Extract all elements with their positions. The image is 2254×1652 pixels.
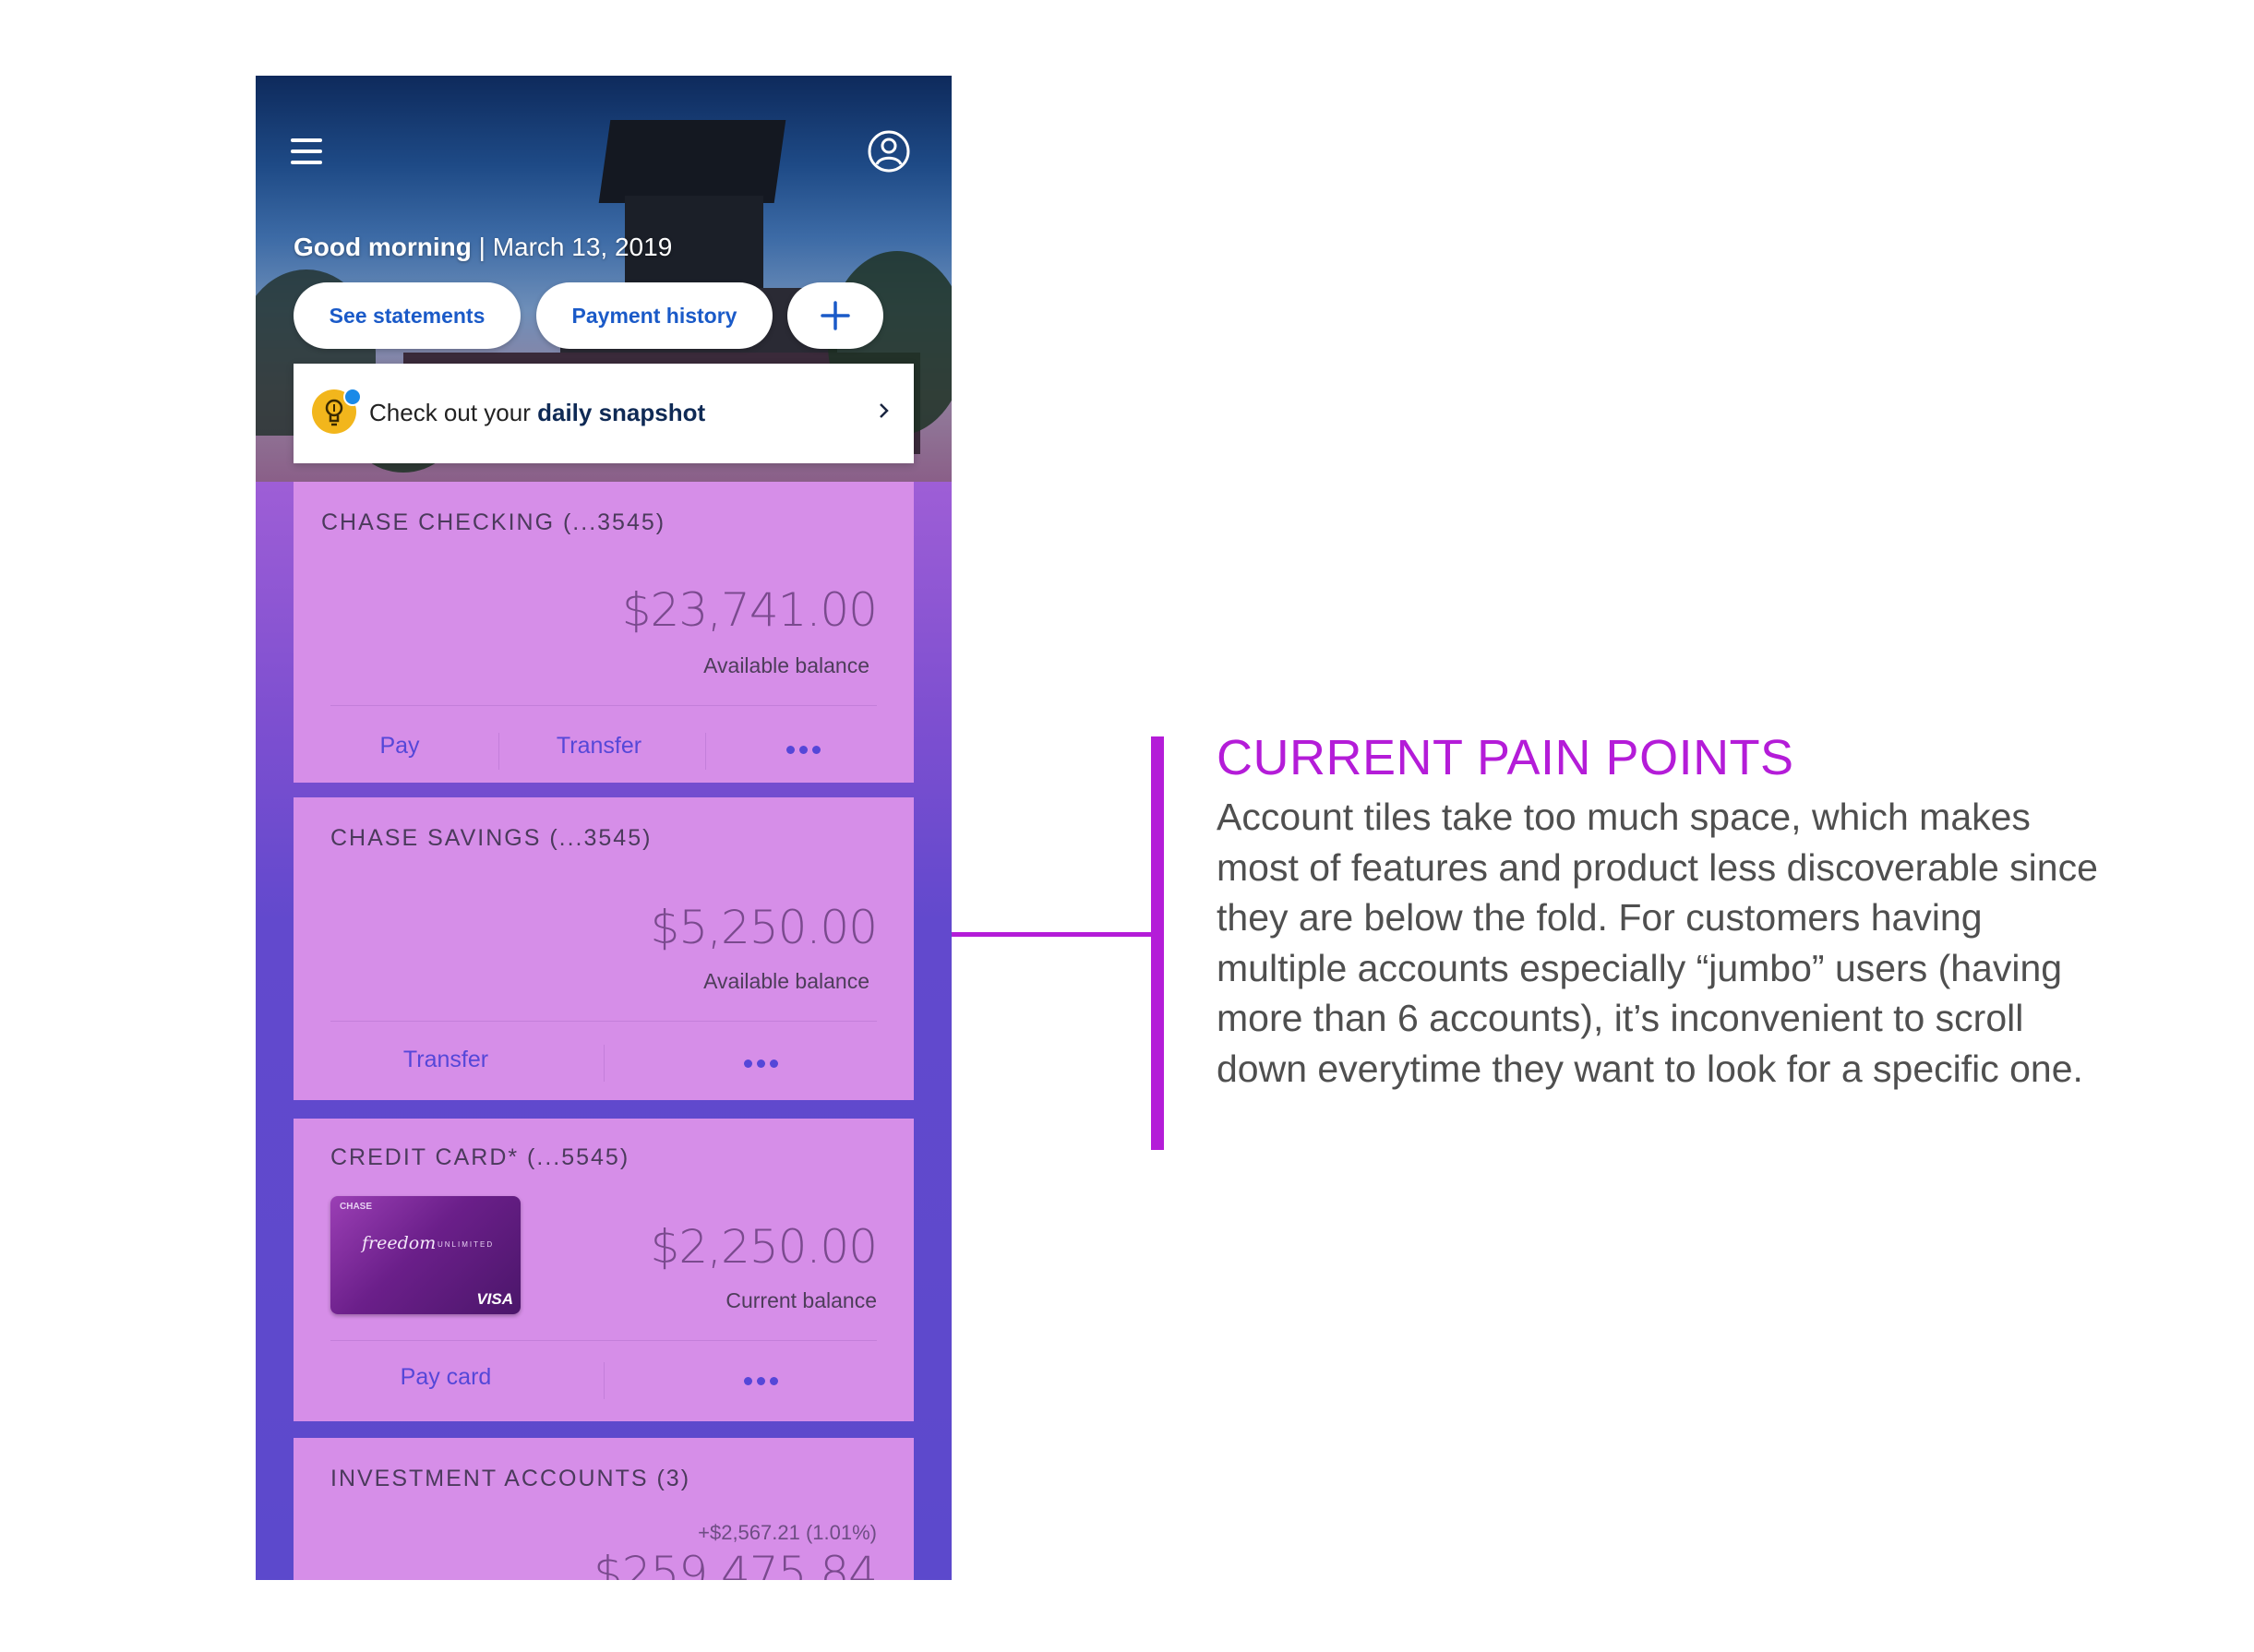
tile-divider bbox=[330, 1340, 877, 1341]
card-brand: CHASE bbox=[340, 1202, 373, 1212]
account-title: CREDIT CARD* (...5545) bbox=[330, 1144, 630, 1170]
action-separator bbox=[498, 733, 499, 770]
card-product: freedom bbox=[362, 1233, 437, 1253]
connector-line bbox=[952, 932, 1156, 937]
action-separator bbox=[705, 733, 706, 770]
account-balance: $23,741.00 bbox=[621, 583, 878, 637]
credit-card-image: CHASE freedom UNLIMITED VISA bbox=[330, 1196, 521, 1314]
accent-bar bbox=[1151, 736, 1164, 1150]
snapshot-highlight: daily snapshot bbox=[537, 399, 706, 426]
plus-icon bbox=[821, 301, 850, 330]
pain-points-body: Account tiles take too much space, which… bbox=[1217, 796, 2098, 1090]
hamburger-menu-icon[interactable] bbox=[291, 138, 326, 166]
account-balance: $2,250.00 bbox=[650, 1220, 878, 1274]
more-options-icon[interactable] bbox=[744, 1377, 778, 1385]
profile-icon[interactable] bbox=[867, 129, 911, 174]
greeting-separator: | bbox=[478, 233, 486, 261]
action-separator bbox=[604, 1362, 605, 1399]
balance-label: Available balance bbox=[703, 969, 869, 993]
card-product-suffix: UNLIMITED bbox=[438, 1240, 495, 1249]
greeting-line: Good morning | March 13, 2019 bbox=[294, 233, 672, 262]
investment-change: +$2,567.21 (1.01%) bbox=[698, 1521, 877, 1544]
transfer-button[interactable]: Transfer bbox=[330, 1047, 561, 1073]
greeting-date: March 13, 2019 bbox=[492, 233, 673, 261]
add-button[interactable] bbox=[787, 282, 883, 349]
balance-label: Available balance bbox=[703, 653, 869, 677]
pay-button[interactable]: Pay bbox=[330, 733, 469, 760]
balance-label: Current balance bbox=[725, 1288, 877, 1312]
account-tile-checking[interactable]: CHASE CHECKING (...3545) $23,741.00 Avai… bbox=[294, 482, 914, 783]
snapshot-text: Check out your daily snapshot bbox=[369, 399, 705, 427]
see-statements-button[interactable]: See statements bbox=[294, 282, 521, 349]
snapshot-prefix: Check out your bbox=[369, 399, 531, 426]
account-balance: $5,250.00 bbox=[650, 901, 878, 954]
more-options-icon[interactable] bbox=[786, 746, 821, 754]
account-tile-investment[interactable]: INVESTMENT ACCOUNTS (3) +$2,567.21 (1.01… bbox=[294, 1438, 914, 1580]
more-options-icon[interactable] bbox=[744, 1059, 778, 1068]
tile-divider bbox=[330, 1021, 877, 1022]
phone-screen: Good morning | March 13, 2019 See statem… bbox=[256, 76, 952, 1580]
payment-history-button[interactable]: Payment history bbox=[536, 282, 773, 349]
chevron-right-icon bbox=[880, 403, 889, 418]
notification-dot bbox=[343, 388, 362, 406]
pay-card-button[interactable]: Pay card bbox=[330, 1364, 561, 1391]
pain-points-title: CURRENT PAIN POINTS bbox=[1217, 730, 1794, 785]
transfer-button[interactable]: Transfer bbox=[511, 733, 687, 760]
account-title: CHASE SAVINGS (...3545) bbox=[330, 825, 653, 851]
action-separator bbox=[604, 1045, 605, 1082]
account-title: INVESTMENT ACCOUNTS (3) bbox=[330, 1466, 691, 1491]
tile-divider bbox=[330, 705, 877, 706]
greeting-text: Good morning bbox=[294, 233, 472, 261]
card-network: VISA bbox=[476, 1290, 513, 1308]
account-tile-credit-card[interactable]: CREDIT CARD* (...5545) CHASE freedom UNL… bbox=[294, 1119, 914, 1421]
account-balance: $259,475.84 bbox=[593, 1547, 878, 1580]
account-title: CHASE CHECKING (...3545) bbox=[321, 509, 666, 535]
daily-snapshot-banner[interactable]: Check out your daily snapshot bbox=[294, 364, 914, 463]
account-tile-savings[interactable]: CHASE SAVINGS (...3545) $5,250.00 Availa… bbox=[294, 797, 914, 1100]
